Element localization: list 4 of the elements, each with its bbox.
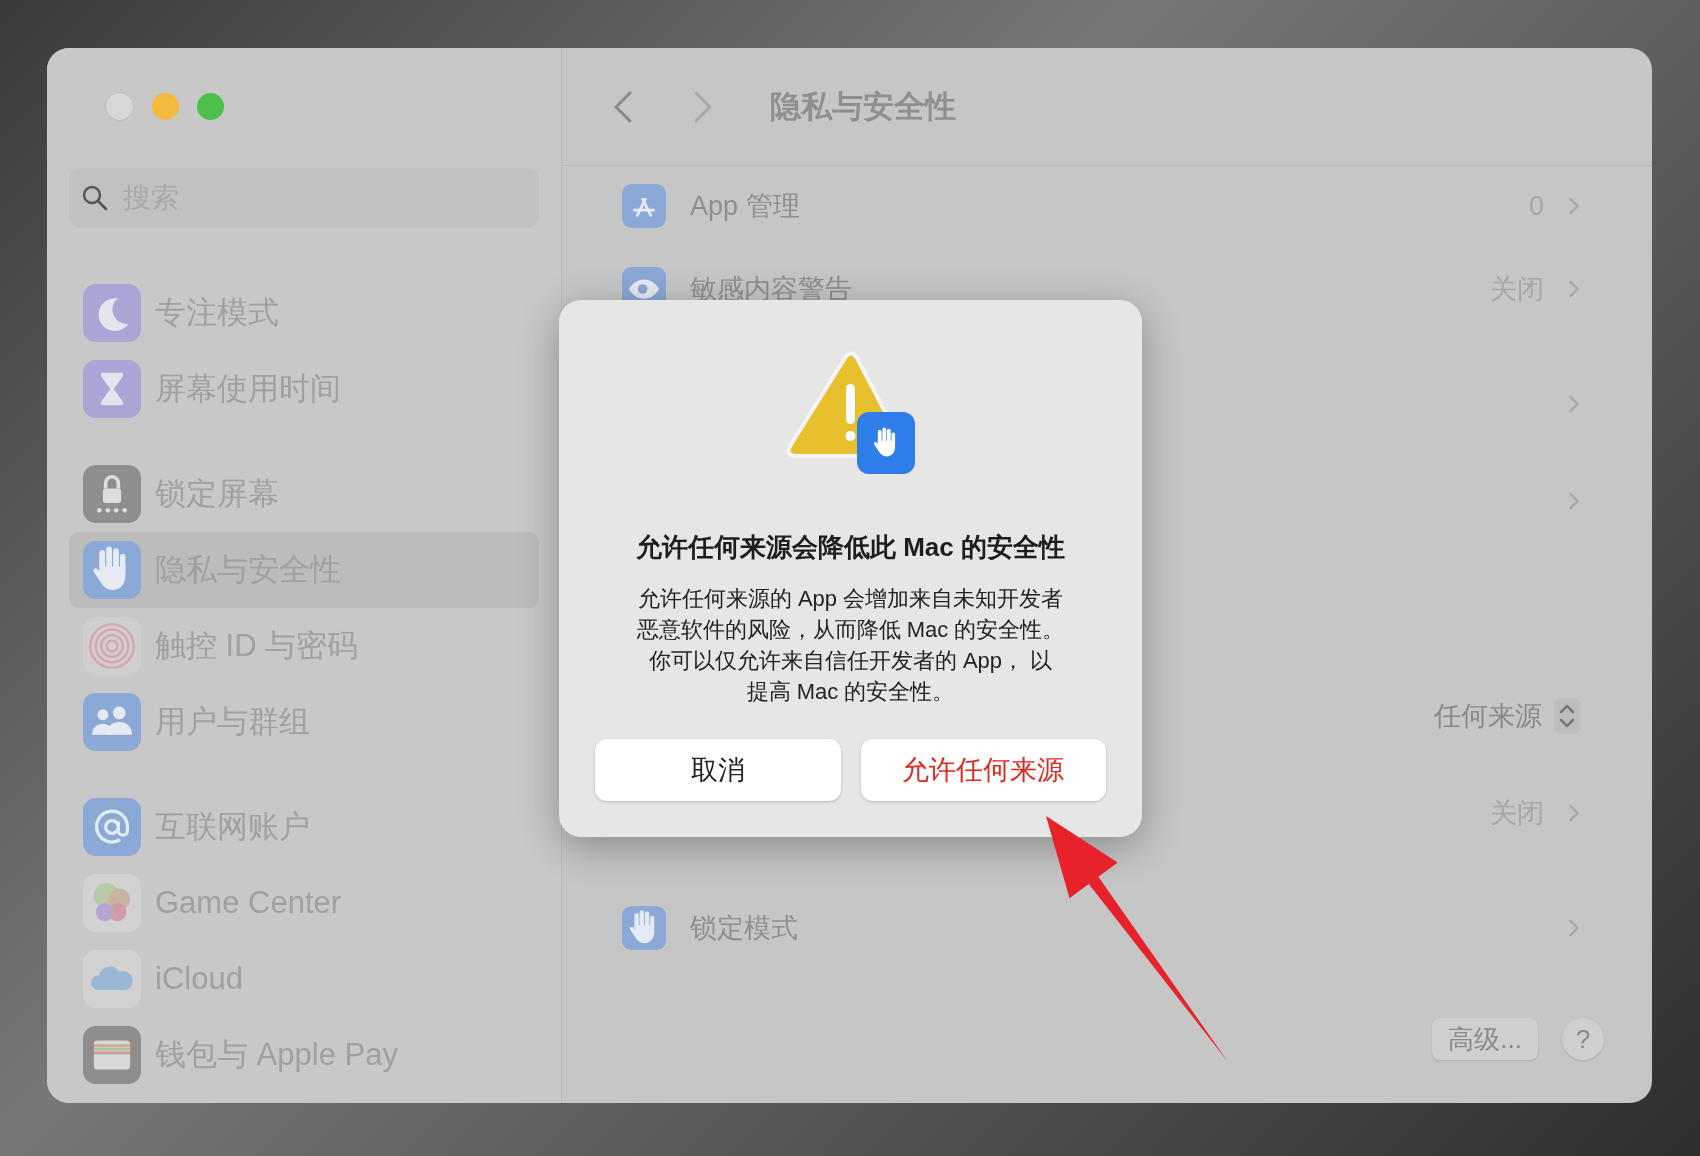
row-label: App 管理	[690, 190, 801, 223]
row-label: 锁定模式	[690, 912, 799, 945]
dialog-title: 允许任何来源会降低此 Mac 的安全性	[636, 531, 1065, 564]
dialog-message: 允许任何来源的 App 会增加来自未知开发者 恶意软件的风险，从而降低 Mac 的安全性。 你可以仅允许来自信任开发者的 App， 以 提高 Mac 的安全性。	[636, 585, 1065, 706]
